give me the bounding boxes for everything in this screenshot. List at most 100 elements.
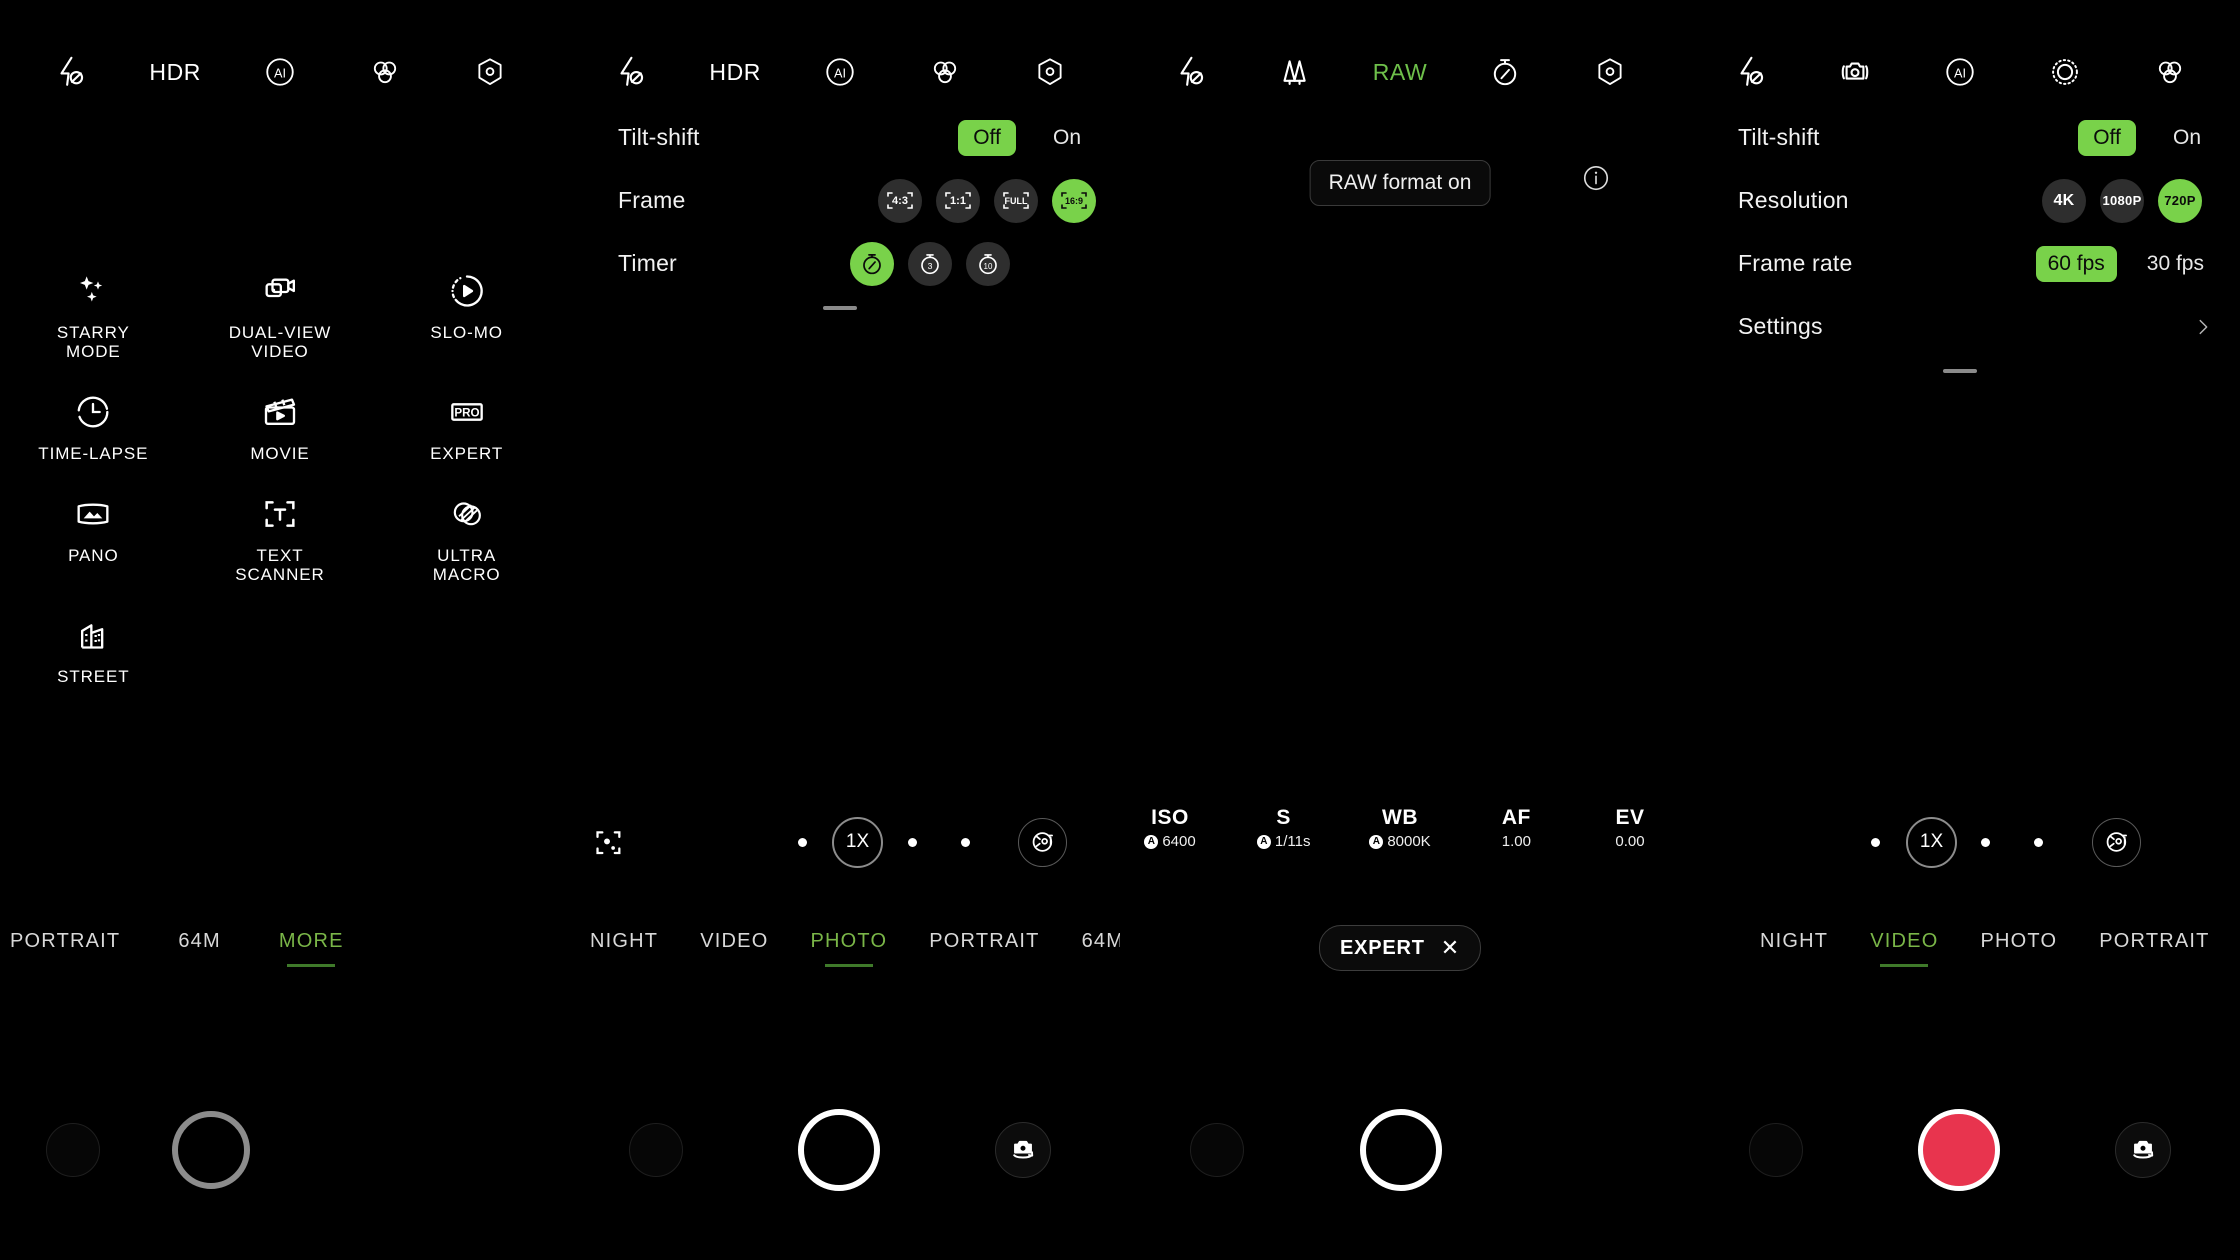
settings-hex-icon[interactable]: [463, 46, 517, 98]
mode-street[interactable]: STREET: [0, 612, 187, 686]
panel-expert-mode: RAW RAW format on ISO A 6400 S A 1/11s W…: [1120, 0, 1680, 1260]
focus-frame-icon-holder[interactable]: [580, 825, 636, 859]
record-button[interactable]: [1917, 1109, 2000, 1191]
camera-flip-icon[interactable]: [2114, 1122, 2171, 1178]
tab-64m[interactable]: 64M: [1082, 930, 1120, 967]
settings-hex-icon[interactable]: [1583, 46, 1637, 98]
timer-3s[interactable]: 3: [908, 241, 952, 286]
shutter-row-video: [1680, 1090, 2240, 1210]
zoom-level-button[interactable]: 1X: [1906, 816, 1957, 868]
timer-off[interactable]: [850, 241, 894, 286]
ai-icon[interactable]: AI: [253, 46, 307, 98]
sheet-drag-handle[interactable]: [823, 306, 857, 310]
tab-night[interactable]: NIGHT: [590, 930, 658, 967]
filters-icon[interactable]: [2143, 46, 2197, 98]
mode-starry-mode[interactable]: STARRY MODE: [0, 268, 187, 361]
setting-row-settings-link[interactable]: Settings: [1680, 295, 2240, 358]
tilt-shift-on[interactable]: On: [2158, 120, 2216, 156]
param-iso[interactable]: ISO A 6400: [1142, 806, 1198, 850]
frame-4-3[interactable]: 4:3: [878, 178, 922, 223]
gallery-thumbnail[interactable]: [629, 1123, 684, 1177]
mode-dual-view-video[interactable]: DUAL-VIEW VIDEO: [187, 268, 374, 361]
settings-hex-icon[interactable]: [1023, 46, 1077, 98]
tab-photo[interactable]: PHOTO: [810, 930, 887, 967]
param-autofocus[interactable]: AF 1.00: [1488, 806, 1544, 850]
tilt-shift-off[interactable]: Off: [958, 119, 1016, 156]
timer-10s[interactable]: 10: [966, 241, 1010, 286]
panel-photo-settings: HDR AI Tilt-shift Off On Frame 4:3 1:1 F…: [560, 0, 1120, 1260]
info-icon[interactable]: [1581, 163, 1611, 198]
frame-1-1[interactable]: 1:1: [936, 178, 980, 223]
tab-portrait[interactable]: PORTRAIT: [929, 930, 1039, 967]
zoom-dot-5x[interactable]: [961, 837, 970, 847]
landscape-icon[interactable]: [1268, 46, 1322, 98]
panorama-icon: [73, 491, 113, 537]
expert-badge-label: EXPERT: [1339, 936, 1425, 959]
mode-slo-mo[interactable]: SLO-MO: [373, 268, 560, 361]
camera-flip-icon[interactable]: [994, 1122, 1051, 1178]
shutter-button[interactable]: [797, 1109, 880, 1191]
tilt-shift-on[interactable]: On: [1038, 120, 1096, 156]
tab-video[interactable]: VIDEO: [1870, 930, 1938, 967]
mode-movie[interactable]: MOVIE: [187, 389, 374, 463]
zoom-dot-2x[interactable]: [1981, 837, 1990, 847]
param-shutter-speed[interactable]: S A 1/11s: [1256, 806, 1312, 850]
resolution-1080p[interactable]: 1080P: [2100, 178, 2144, 223]
tab-night[interactable]: NIGHT: [1760, 930, 1828, 967]
close-icon[interactable]: ✕: [1441, 935, 1460, 961]
setting-label: Resolution: [1738, 187, 1849, 213]
frame-16-9[interactable]: 16:9: [1052, 178, 1096, 223]
shutter-button[interactable]: [1360, 1109, 1442, 1191]
portrait-filter-icon[interactable]: [2092, 817, 2141, 867]
zoom-level-button[interactable]: 1X: [832, 816, 883, 868]
param-white-balance[interactable]: WB A 8000K: [1369, 806, 1431, 850]
mode-pano[interactable]: PANO: [0, 491, 187, 584]
expert-mode-badge[interactable]: EXPERT ✕: [1318, 925, 1482, 971]
param-value-wrap: 1.00: [1502, 833, 1531, 850]
tilt-shift-off[interactable]: Off: [2078, 119, 2136, 156]
tab-64m[interactable]: 64M: [178, 930, 221, 967]
flash-off-icon[interactable]: [43, 46, 97, 98]
flash-off-icon[interactable]: [603, 46, 657, 98]
timer-icon[interactable]: [1478, 46, 1532, 98]
param-exposure[interactable]: EV 0.00: [1602, 806, 1658, 850]
zoom-dot-2x[interactable]: [908, 837, 917, 847]
tab-more[interactable]: MORE: [279, 930, 344, 967]
more-modes-grid: STARRY MODE DUAL-VIEW VIDEO SLO-MO TIME-…: [0, 268, 560, 686]
frame-rate-60[interactable]: 60 fps: [2035, 245, 2117, 282]
chevron-right-icon[interactable]: [2192, 316, 2214, 338]
shutter-button[interactable]: [172, 1111, 250, 1189]
tab-video[interactable]: VIDEO: [700, 930, 768, 967]
ai-icon[interactable]: AI: [813, 46, 867, 98]
frame-full[interactable]: FULL: [994, 178, 1038, 223]
flash-off-icon[interactable]: [1163, 46, 1217, 98]
stabilization-icon[interactable]: [1828, 46, 1882, 98]
tab-portrait[interactable]: PORTRAIT: [2099, 930, 2209, 967]
frame-rate-30[interactable]: 30 fps: [2135, 246, 2216, 282]
resolution-4k[interactable]: 4K: [2042, 178, 2086, 223]
hdr-icon[interactable]: HDR: [148, 46, 202, 98]
ai-icon[interactable]: AI: [1933, 46, 1987, 98]
gallery-thumbnail[interactable]: [46, 1123, 100, 1177]
mode-time-lapse[interactable]: TIME-LAPSE: [0, 389, 187, 463]
gallery-thumbnail[interactable]: [1749, 1123, 1804, 1177]
hdr-icon[interactable]: HDR: [708, 46, 762, 98]
tab-photo[interactable]: PHOTO: [1980, 930, 2057, 967]
gallery-thumbnail[interactable]: [1190, 1123, 1244, 1177]
mode-ultra-macro[interactable]: ULTRA MACRO: [373, 491, 560, 584]
resolution-720p[interactable]: 720P: [2158, 178, 2202, 223]
filters-icon[interactable]: [358, 46, 412, 98]
svg-text:10: 10: [984, 261, 993, 270]
zoom-dot-0_6x[interactable]: [798, 837, 807, 847]
filters-icon[interactable]: [918, 46, 972, 98]
zoom-dot-5x[interactable]: [2034, 837, 2043, 847]
sheet-drag-handle[interactable]: [1943, 369, 1977, 373]
flash-off-icon[interactable]: [1723, 46, 1777, 98]
brightness-icon[interactable]: [2038, 46, 2092, 98]
mode-text-scanner[interactable]: TEXT SCANNER: [187, 491, 374, 584]
portrait-filter-icon[interactable]: [1018, 817, 1067, 867]
mode-expert[interactable]: PRO EXPERT: [373, 389, 560, 463]
zoom-dot-0_6x[interactable]: [1871, 837, 1880, 847]
raw-icon[interactable]: RAW: [1373, 46, 1427, 98]
tab-portrait[interactable]: PORTRAIT: [10, 930, 120, 967]
